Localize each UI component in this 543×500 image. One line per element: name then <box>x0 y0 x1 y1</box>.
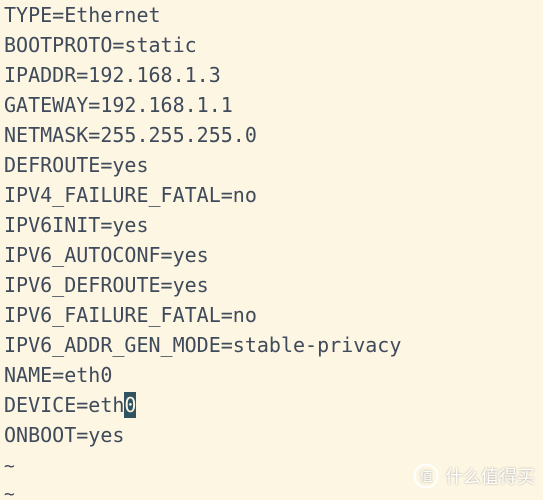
config-line-ipv6init[interactable]: IPV6INIT=yes <box>4 210 149 240</box>
config-line-ipv6-autoconf[interactable]: IPV6_AUTOCONF=yes <box>4 240 209 270</box>
vi-editor[interactable]: TYPE=Ethernet BOOTPROTO=static IPADDR=19… <box>0 0 543 500</box>
empty-line-marker: ~ <box>4 484 15 500</box>
config-line-ipv6-defroute[interactable]: IPV6_DEFROUTE=yes <box>4 270 209 300</box>
watermark-logo-char: 值 <box>419 469 432 485</box>
watermark-logo-icon: 值 <box>413 463 439 489</box>
config-line-device-text: DEVICE=eth <box>4 393 125 417</box>
empty-line-marker: ~ <box>4 456 15 477</box>
config-line-device[interactable]: DEVICE=eth0 <box>4 390 137 420</box>
config-line-type[interactable]: TYPE=Ethernet <box>4 0 161 30</box>
config-line-ipv6-failure-fatal[interactable]: IPV6_FAILURE_FATAL=no <box>4 300 257 330</box>
config-line-defroute[interactable]: DEFROUTE=yes <box>4 150 149 180</box>
config-line-ipaddr[interactable]: IPADDR=192.168.1.3 <box>4 60 221 90</box>
config-line-name[interactable]: NAME=eth0 <box>4 360 112 390</box>
config-line-ipv6-addr-gen-mode[interactable]: IPV6_ADDR_GEN_MODE=stable-privacy <box>4 330 401 360</box>
config-line-ipv4-failure-fatal[interactable]: IPV4_FAILURE_FATAL=no <box>4 180 257 210</box>
watermark-text: 什么值得买 <box>445 467 535 488</box>
watermark: 值 什么值得买 <box>413 462 535 490</box>
config-line-netmask[interactable]: NETMASK=255.255.255.0 <box>4 120 257 150</box>
config-line-onboot[interactable]: ONBOOT=yes <box>4 420 124 450</box>
config-line-gateway[interactable]: GATEWAY=192.168.1.1 <box>4 90 233 120</box>
text-cursor: 0 <box>124 392 137 418</box>
config-line-bootproto[interactable]: BOOTPROTO=static <box>4 30 197 60</box>
